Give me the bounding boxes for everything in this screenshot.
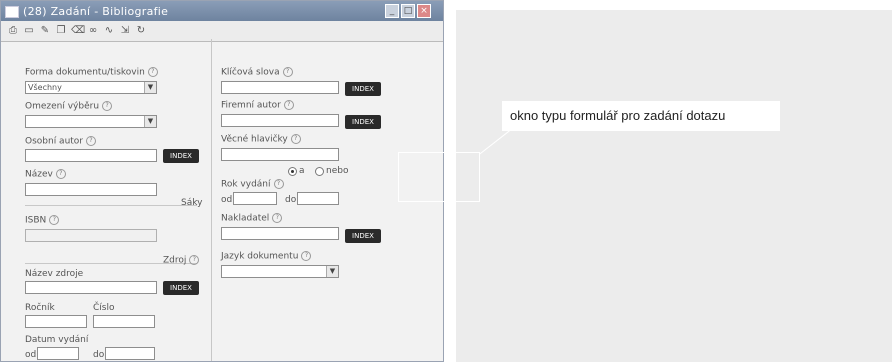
title-bar[interactable]: (28) Zadání - Bibliografie _ □ × [1,1,443,21]
window-icon [5,6,19,18]
help-icon[interactable]: ? [283,100,294,110]
source-title-label: Název zdroje [25,269,84,279]
subject-input[interactable] [221,148,339,161]
help-icon[interactable]: ? [102,101,113,111]
subject-label: Věcné hlavičky? [221,134,301,145]
window-title: (28) Zadání - Bibliografie [23,5,169,18]
isbn-input[interactable] [25,229,157,242]
delete-icon[interactable]: ⌫ [71,24,85,37]
corporate-author-index-button[interactable]: INDEX [345,115,381,129]
edit-icon[interactable]: ✎ [39,24,51,37]
publisher-input[interactable] [221,227,339,240]
help-icon[interactable]: ? [147,67,158,77]
and-radio-label: a [299,166,305,176]
divider [25,205,197,206]
help-icon[interactable]: ? [55,169,66,179]
collection-select[interactable]: ▼ [25,115,157,128]
year-to-input[interactable] [297,192,339,205]
attach-icon[interactable]: ∿ [103,24,115,37]
chevron-down-icon[interactable]: ▼ [326,266,338,277]
year-from-input[interactable] [233,192,277,205]
year-label: Rok vydání? [221,179,284,190]
help-icon[interactable]: ? [189,255,200,265]
personal-author-index-button[interactable]: INDEX [163,149,199,163]
publisher-index-button[interactable]: INDEX [345,229,381,243]
copy-icon[interactable]: ❐ [55,24,67,37]
isbn-label: ISBN? [25,215,60,226]
personal-author-input[interactable] [25,149,157,162]
help-icon[interactable]: ? [290,134,301,144]
callout-highlight [398,152,480,202]
language-label: Jazyk dokumentu? [221,251,312,262]
query-form-window: (28) Zadání - Bibliografie _ □ × ⎙ ▭ ✎ ❐… [0,0,444,362]
minimize-button[interactable]: _ [385,4,399,18]
issue-to-input[interactable] [105,347,155,360]
maximize-button[interactable]: □ [401,4,415,18]
language-select[interactable]: ▼ [221,265,339,278]
corporate-author-label: Firemní autor? [221,100,294,111]
source-index-button[interactable]: INDEX [163,281,199,295]
help-icon[interactable]: ? [272,213,283,223]
volume-input[interactable] [25,315,87,328]
or-radio-label: nebo [326,166,349,176]
corporate-author-input[interactable] [221,114,339,127]
doc-type-select[interactable]: Všechny ▼ [25,81,157,94]
issue-from-label: od [25,350,37,360]
toolbar: ⎙ ▭ ✎ ❐ ⌫ ∞ ∿ ⇲ ↻ [1,21,443,42]
number-label: Číslo [93,303,115,313]
year-to-label: do [285,195,297,205]
personal-author-label: Osobní autor? [25,136,97,147]
collection-label: Omezení výběru? [25,101,113,112]
annotation-panel [456,10,892,362]
number-input[interactable] [93,315,155,328]
column-divider [211,39,212,361]
help-icon[interactable]: ? [273,179,284,189]
title-label: Název? [25,169,66,180]
issue-to-label: do [93,350,105,360]
and-radio[interactable] [288,167,297,176]
keywords-input[interactable] [221,81,339,94]
issue-date-label: Datum vydání [25,335,89,345]
publisher-label: Nakladatel? [221,213,283,224]
source-title-input[interactable] [25,281,157,294]
refresh-icon[interactable]: ↻ [135,24,147,37]
chevron-down-icon[interactable]: ▼ [144,82,156,93]
or-radio[interactable] [315,167,324,176]
help-icon[interactable]: ? [86,136,97,146]
help-icon[interactable]: ? [301,251,312,261]
export-icon[interactable]: ⇲ [119,24,131,37]
help-icon[interactable]: ? [282,67,293,77]
uniform-title-label: Sáky [181,198,203,208]
source-label: Zdroj? [163,255,200,266]
callout-label: okno typu formulář pro zadání dotazu [502,101,780,131]
chevron-down-icon[interactable]: ▼ [144,116,156,127]
print-icon[interactable]: ⎙ [7,24,19,37]
keywords-label: Klíčová slova? [221,67,293,78]
close-button[interactable]: × [417,4,431,18]
doc-type-label: Forma dokumentu/tiskovin? [25,67,158,78]
issue-from-input[interactable] [37,347,79,360]
year-from-label: od [221,195,233,205]
keywords-index-button[interactable]: INDEX [345,82,381,96]
new-icon[interactable]: ▭ [23,24,35,37]
title-input[interactable] [25,183,157,196]
binoculars-icon[interactable]: ∞ [87,24,99,37]
callout-text: okno typu formulář pro zadání dotazu [510,108,726,123]
volume-label: Ročník [25,303,55,313]
help-icon[interactable]: ? [49,215,60,225]
